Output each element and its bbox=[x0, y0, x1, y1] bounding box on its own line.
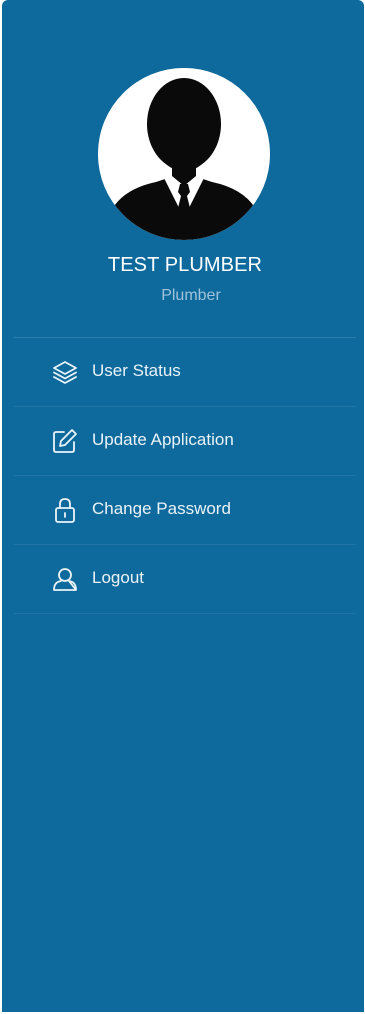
menu-item-label: User Status bbox=[92, 361, 181, 380]
user-icon bbox=[51, 565, 79, 593]
menu-item-label: Change Password bbox=[92, 499, 231, 518]
sidebar: TEST PLUMBER Plumber User Status Update … bbox=[2, 0, 364, 1012]
user-silhouette-icon bbox=[98, 68, 270, 240]
menu-item-user-status[interactable]: User Status bbox=[14, 338, 356, 407]
edit-icon bbox=[51, 427, 79, 455]
avatar bbox=[98, 68, 270, 240]
menu-item-update-application[interactable]: Update Application bbox=[14, 407, 356, 476]
user-name: TEST PLUMBER bbox=[107, 254, 263, 276]
sidebar-menu: User Status Update Application Change Pa… bbox=[14, 338, 356, 614]
menu-item-label: Logout bbox=[92, 568, 144, 587]
lock-icon bbox=[51, 496, 79, 524]
user-role: Plumber bbox=[161, 287, 221, 304]
layers-icon bbox=[51, 358, 79, 386]
menu-item-label: Update Application bbox=[92, 430, 234, 449]
menu-item-logout[interactable]: Logout bbox=[14, 545, 356, 614]
menu-item-change-password[interactable]: Change Password bbox=[14, 476, 356, 545]
